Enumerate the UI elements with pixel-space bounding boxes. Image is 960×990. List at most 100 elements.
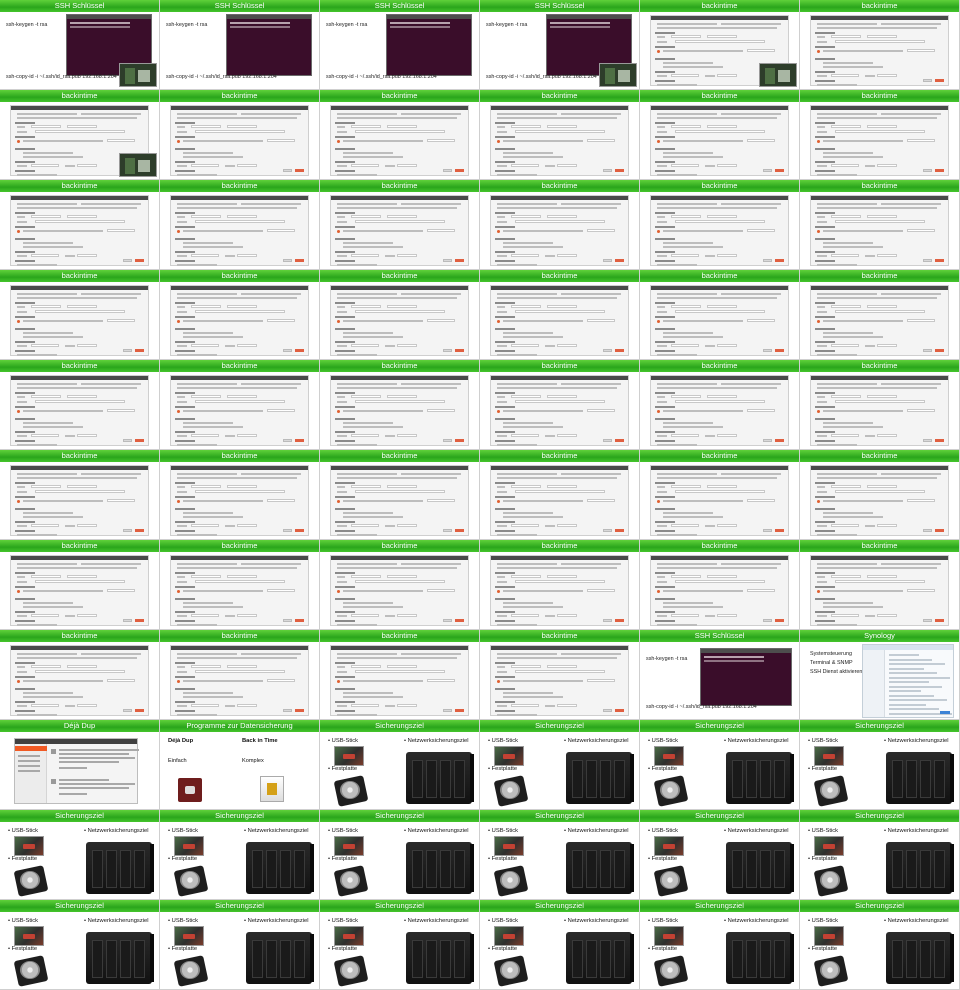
- input-field[interactable]: [191, 524, 219, 527]
- input-field[interactable]: [587, 679, 615, 682]
- slide-thumbnail[interactable]: Synology Systemsteuerung Terminal & SNMP SS…: [800, 630, 960, 720]
- input-field[interactable]: [67, 575, 97, 578]
- input-field[interactable]: [907, 49, 935, 52]
- cancel-button[interactable]: [763, 259, 772, 262]
- input-field[interactable]: [35, 400, 125, 403]
- input-field[interactable]: [351, 575, 381, 578]
- cancel-button[interactable]: [443, 619, 452, 622]
- ok-button[interactable]: [135, 349, 144, 352]
- input-field[interactable]: [831, 524, 859, 527]
- cancel-button[interactable]: [123, 439, 132, 442]
- input-field[interactable]: [355, 400, 445, 403]
- input-field[interactable]: [387, 665, 417, 668]
- input-field[interactable]: [351, 215, 381, 218]
- cancel-button[interactable]: [923, 259, 932, 262]
- cancel-button[interactable]: [603, 439, 612, 442]
- input-field[interactable]: [587, 409, 615, 412]
- slide-thumbnail[interactable]: backintime: [320, 270, 480, 360]
- slide-thumbnail[interactable]: backintime: [0, 270, 160, 360]
- radio-button[interactable]: [497, 410, 500, 413]
- input-field[interactable]: [511, 305, 541, 308]
- slide-thumbnail[interactable]: backintime: [640, 0, 800, 90]
- slide-thumbnail[interactable]: backintime: [800, 540, 960, 630]
- ok-button[interactable]: [295, 169, 304, 172]
- input-field[interactable]: [671, 575, 701, 578]
- input-field[interactable]: [397, 344, 417, 347]
- cancel-button[interactable]: [923, 349, 932, 352]
- input-field[interactable]: [831, 35, 861, 38]
- slide-thumbnail[interactable]: SicherungszielUSB-StickNetzwerksicherung…: [800, 720, 960, 810]
- input-field[interactable]: [515, 490, 605, 493]
- slide-thumbnail[interactable]: backintime: [0, 90, 160, 180]
- radio-button[interactable]: [17, 320, 20, 323]
- input-field[interactable]: [35, 310, 125, 313]
- input-field[interactable]: [397, 254, 417, 257]
- ok-button[interactable]: [615, 619, 624, 622]
- slide-thumbnail[interactable]: SicherungszielUSB-StickNetzwerksicherung…: [160, 810, 320, 900]
- input-field[interactable]: [351, 665, 381, 668]
- input-field[interactable]: [387, 395, 417, 398]
- radio-button[interactable]: [337, 680, 340, 683]
- slide-thumbnail[interactable]: backintime: [480, 630, 640, 720]
- radio-button[interactable]: [817, 590, 820, 593]
- input-field[interactable]: [351, 395, 381, 398]
- slide-thumbnail[interactable]: SicherungszielUSB-StickNetzwerksicherung…: [480, 810, 640, 900]
- input-field[interactable]: [907, 589, 935, 592]
- input-field[interactable]: [237, 164, 257, 167]
- cancel-button[interactable]: [443, 259, 452, 262]
- ok-button[interactable]: [935, 619, 944, 622]
- slide-thumbnail[interactable]: backintime: [0, 450, 160, 540]
- input-field[interactable]: [717, 164, 737, 167]
- input-field[interactable]: [237, 344, 257, 347]
- input-field[interactable]: [31, 254, 59, 257]
- input-field[interactable]: [835, 40, 925, 43]
- input-field[interactable]: [227, 125, 257, 128]
- input-field[interactable]: [511, 524, 539, 527]
- input-field[interactable]: [707, 125, 737, 128]
- slide-thumbnail[interactable]: backintime: [320, 630, 480, 720]
- ok-button[interactable]: [455, 439, 464, 442]
- slide-thumbnail[interactable]: backintime: [640, 270, 800, 360]
- ok-button[interactable]: [775, 169, 784, 172]
- ok-button[interactable]: [295, 439, 304, 442]
- input-field[interactable]: [547, 395, 577, 398]
- slide-thumbnail[interactable]: SicherungszielUSB-StickNetzwerksicherung…: [0, 900, 160, 990]
- input-field[interactable]: [675, 580, 765, 583]
- input-field[interactable]: [747, 319, 775, 322]
- input-field[interactable]: [35, 130, 125, 133]
- cancel-button[interactable]: [923, 169, 932, 172]
- cancel-button[interactable]: [923, 439, 932, 442]
- input-field[interactable]: [427, 229, 455, 232]
- slide-thumbnail[interactable]: backintime: [320, 360, 480, 450]
- input-field[interactable]: [351, 485, 381, 488]
- input-field[interactable]: [267, 589, 295, 592]
- input-field[interactable]: [557, 254, 577, 257]
- input-field[interactable]: [747, 139, 775, 142]
- input-field[interactable]: [877, 74, 897, 77]
- input-field[interactable]: [511, 215, 541, 218]
- input-field[interactable]: [907, 319, 935, 322]
- slide-thumbnail[interactable]: SicherungszielUSB-StickNetzwerksicherung…: [800, 900, 960, 990]
- slide-thumbnail[interactable]: backintime: [800, 450, 960, 540]
- cancel-button[interactable]: [283, 619, 292, 622]
- input-field[interactable]: [907, 499, 935, 502]
- input-field[interactable]: [547, 125, 577, 128]
- input-field[interactable]: [195, 400, 285, 403]
- input-field[interactable]: [671, 434, 699, 437]
- input-field[interactable]: [191, 164, 219, 167]
- input-field[interactable]: [355, 490, 445, 493]
- slide-thumbnail[interactable]: SicherungszielUSB-StickNetzwerksicherung…: [640, 900, 800, 990]
- input-field[interactable]: [31, 614, 59, 617]
- input-field[interactable]: [67, 395, 97, 398]
- slide-thumbnail[interactable]: backintime: [640, 90, 800, 180]
- input-field[interactable]: [31, 215, 61, 218]
- ok-button[interactable]: [935, 439, 944, 442]
- slide-thumbnail[interactable]: SSH Schlüssel ssh-keygen -t rsa ssh-copy-i…: [160, 0, 320, 90]
- radio-button[interactable]: [177, 410, 180, 413]
- slide-thumbnail[interactable]: backintime: [320, 540, 480, 630]
- input-field[interactable]: [587, 229, 615, 232]
- slide-thumbnail[interactable]: SSH Schlüssel ssh-keygen -t rsa ssh-copy-i…: [640, 630, 800, 720]
- input-field[interactable]: [77, 524, 97, 527]
- input-field[interactable]: [237, 614, 257, 617]
- input-field[interactable]: [747, 49, 775, 52]
